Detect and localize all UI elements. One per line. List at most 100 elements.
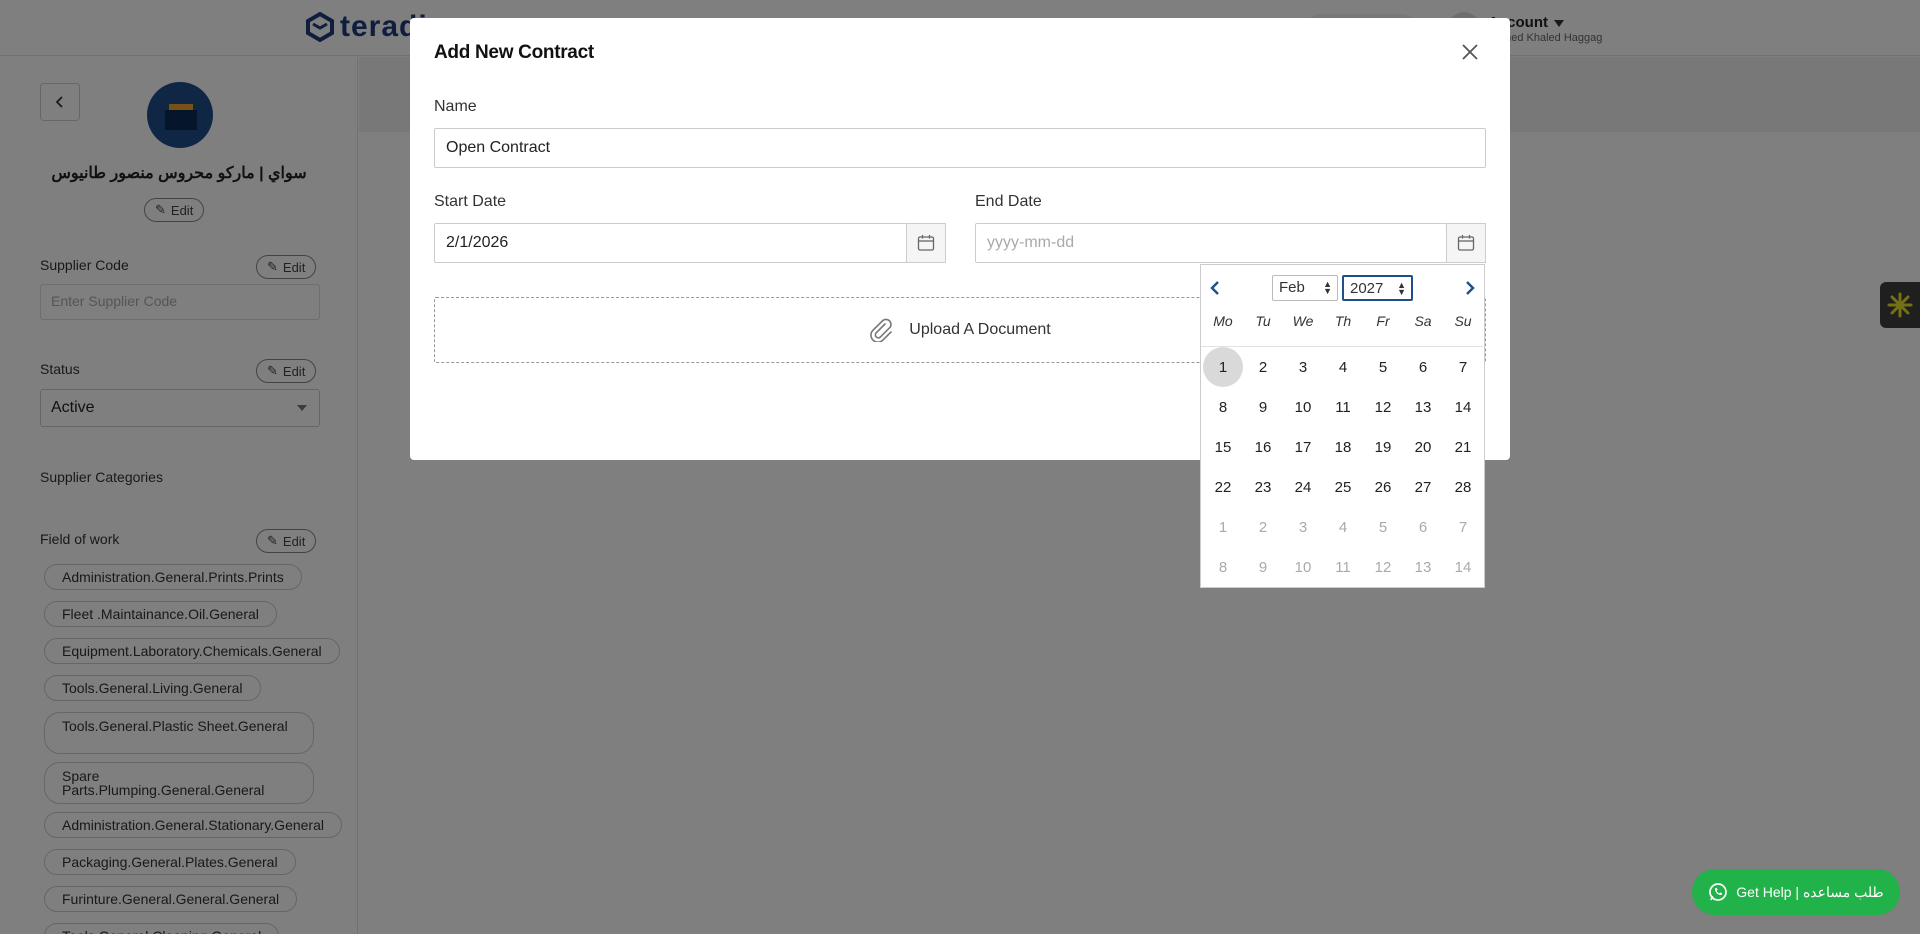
weekday-label: Th [1334, 313, 1352, 329]
calendar-week-row: 1234 5 67 [1203, 507, 1484, 547]
calendar-day-label: 21 [1454, 438, 1472, 456]
calendar-day-label: 5 [1378, 518, 1388, 536]
calendar-day-other-month[interactable]: 4 [1323, 507, 1363, 547]
calendar-day-label: 13 [1414, 558, 1432, 576]
get-help-button[interactable]: Get Help | طلب مساعده [1692, 869, 1900, 915]
calendar-day[interactable]: 16 [1243, 427, 1283, 467]
calendar-day-label: 8 [1218, 558, 1228, 576]
calendar-day-label: 3 [1298, 358, 1308, 376]
calendar-day-other-month[interactable]: 1 [1203, 507, 1243, 547]
calendar-day-other-month[interactable]: 2 [1243, 507, 1283, 547]
calendar-day-other-month[interactable]: 10 [1283, 547, 1323, 587]
calendar-day[interactable]: 21 [1443, 427, 1483, 467]
calendar-day-label: 5 [1378, 358, 1388, 376]
calendar-day[interactable]: 3 [1283, 347, 1323, 387]
calendar-day-label: 24 [1294, 478, 1312, 496]
previous-month-button[interactable] [1204, 277, 1226, 299]
calendar-day[interactable]: 12 [1363, 387, 1403, 427]
weekday-label: Tu [1255, 313, 1271, 329]
paperclip-icon [870, 318, 893, 342]
calendar-day-other-month[interactable]: 7 [1443, 507, 1483, 547]
calendar-day[interactable]: 5 [1363, 347, 1403, 387]
calendar-day-other-month[interactable]: 13 [1403, 547, 1443, 587]
day-grid: 1 2 3 4 5 6 7 8 9 10 11 12 13 14 15 16 17 18 19 20 21 22 23 24 2… [1203, 347, 1484, 587]
calendar-day-label: 6 [1418, 518, 1428, 536]
upload-label: Upload A Document [909, 321, 1051, 338]
weekday-label: We [1292, 313, 1314, 329]
start-date-input[interactable]: 2/1/2026 [434, 223, 907, 263]
calendar-day-label: 1 [1218, 518, 1228, 536]
calendar-day-label: 14 [1454, 558, 1472, 576]
end-date-label: End Date [975, 193, 1042, 210]
calendar-day[interactable]: 2 [1243, 347, 1283, 387]
calendar-day[interactable]: 23 [1243, 467, 1283, 507]
calendar-day-label: 10 [1294, 398, 1312, 416]
updown-arrow-icon: ▲ ▼ [1397, 280, 1406, 297]
calendar-day[interactable]: 22 [1203, 467, 1243, 507]
calendar-day[interactable]: 26 [1363, 467, 1403, 507]
month-select[interactable]: Feb ▲ ▼ [1272, 275, 1338, 301]
calendar-day-other-month[interactable]: 12 [1363, 547, 1403, 587]
calendar-day-other-month[interactable]: 5 [1363, 507, 1403, 547]
start-date-calendar-button[interactable] [906, 223, 946, 263]
calendar-day-label: 4 [1338, 518, 1348, 536]
calendar-icon [1457, 235, 1475, 251]
calendar-day-label: 4 [1338, 358, 1348, 376]
calendar-day[interactable]: 11 [1323, 387, 1363, 427]
end-date-datepicker: Feb ▲ ▼ 2027 ▲ ▼ Mo Tu We Th Fr Sa Su 1234… [1200, 264, 1486, 588]
calendar-day[interactable]: 10 [1283, 387, 1323, 427]
calendar-day[interactable]: 14 [1443, 387, 1483, 427]
calendar-day-label: 25 [1334, 478, 1352, 496]
calendar-day[interactable]: 15 [1203, 427, 1243, 467]
calendar-day-label: 11 [1335, 398, 1351, 416]
calendar-day[interactable]: 9 [1243, 387, 1283, 427]
calendar-day-other-month[interactable]: 6 [1403, 507, 1443, 547]
modal-title: Add New Contract [434, 42, 594, 63]
calendar-day[interactable]: 19 [1363, 427, 1403, 467]
calendar-day-label: 10 [1294, 558, 1312, 576]
calendar-day[interactable]: 13 [1403, 387, 1443, 427]
name-input[interactable]: Open Contract [434, 128, 1486, 168]
calendar-day[interactable]: 17 [1283, 427, 1323, 467]
calendar-day[interactable]: 7 [1443, 347, 1483, 387]
calendar-day[interactable]: 4 [1323, 347, 1363, 387]
calendar-day[interactable]: 18 [1323, 427, 1363, 467]
calendar-day-other-month[interactable]: 14 [1443, 547, 1483, 587]
weekday-label: Fr [1376, 313, 1390, 329]
next-month-button[interactable] [1459, 277, 1481, 299]
year-value: 2027 [1350, 280, 1384, 297]
weekday-label: Su [1454, 313, 1472, 329]
end-date-calendar-button[interactable] [1446, 223, 1486, 263]
calendar-day[interactable]: 27 [1403, 467, 1443, 507]
calendar-day-label: 22 [1214, 478, 1232, 496]
calendar-day-other-month[interactable]: 3 [1283, 507, 1323, 547]
calendar-day-label: 17 [1294, 438, 1312, 456]
calendar-week-row: 8 9 10 11 12 13 14 [1203, 387, 1484, 427]
calendar-day-selected[interactable]: 1 [1203, 347, 1243, 387]
calendar-day-other-month[interactable]: 9 [1243, 547, 1283, 587]
calendar-day-label: 12 [1374, 398, 1392, 416]
calendar-week-row: 22 23 24 25 26 27 28 [1203, 467, 1484, 507]
calendar-day-label: 9 [1258, 398, 1268, 416]
calendar-day-label: 12 [1374, 558, 1392, 576]
calendar-day[interactable]: 20 [1403, 427, 1443, 467]
year-select[interactable]: 2027 ▲ ▼ [1342, 275, 1413, 301]
calendar-day-label: 6 [1418, 358, 1428, 376]
close-button[interactable] [1456, 38, 1484, 66]
calendar-day-label: 14 [1454, 398, 1472, 416]
calendar-day[interactable]: 8 [1203, 387, 1243, 427]
calendar-day-other-month[interactable]: 8 [1203, 547, 1243, 587]
end-date-input[interactable]: yyyy-mm-dd [975, 223, 1447, 263]
chevron-right-icon [1466, 281, 1475, 295]
calendar-day[interactable]: 28 [1443, 467, 1483, 507]
calendar-day-label: 13 [1414, 398, 1432, 416]
calendar-day-other-month[interactable]: 11 [1323, 547, 1363, 587]
calendar-week-row: 15 16 17 18 19 20 21 [1203, 427, 1484, 467]
calendar-day-label: 16 [1254, 438, 1272, 456]
updown-arrow-icon: ▲ ▼ [1323, 279, 1332, 296]
calendar-week-row: 123 4 5 67 [1203, 347, 1484, 387]
calendar-day[interactable]: 6 [1403, 347, 1443, 387]
calendar-day-label: 27 [1414, 478, 1432, 496]
calendar-day[interactable]: 24 [1283, 467, 1323, 507]
calendar-day[interactable]: 25 [1323, 467, 1363, 507]
